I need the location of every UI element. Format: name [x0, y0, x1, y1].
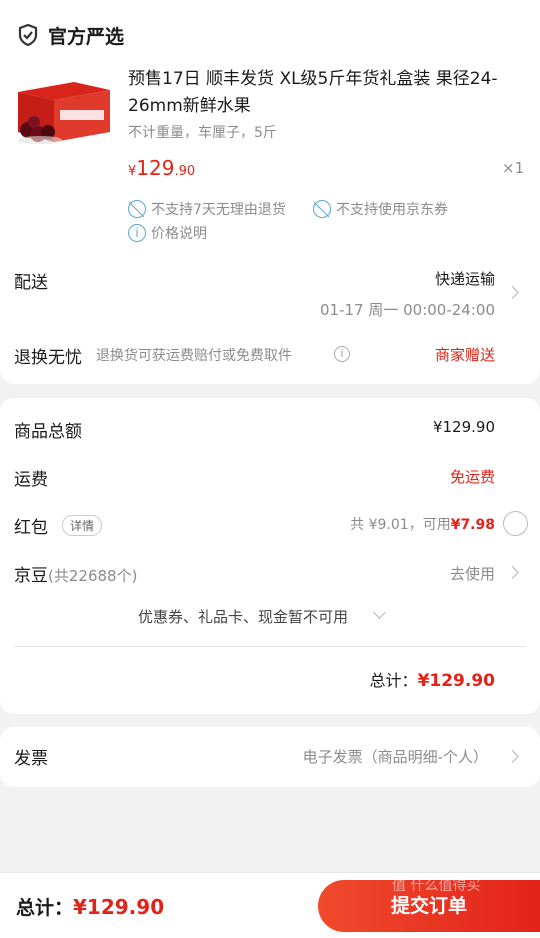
summary-total-label: 总计： — [369, 671, 418, 690]
invoice-chevron-icon[interactable] — [506, 750, 519, 763]
watermark: 值 什么值得买 — [392, 878, 481, 894]
goods-total-label: 商品总额 — [14, 422, 82, 442]
freight-label: 运费 — [14, 470, 48, 490]
summary-card: 商品总额 ¥129.90 运费 免运费 红包 详情 共 ¥9.01，可用¥7.9… — [0, 398, 540, 714]
summary-total-value: ¥129.90 — [417, 671, 495, 691]
product-title-line1[interactable]: 预售17日 顺丰发货 XL级5斤年货礼盒装 果径24- — [128, 64, 498, 89]
store-name[interactable]: 官方严选 — [48, 22, 124, 49]
freight-value: 免运费 — [449, 468, 495, 486]
redpack-amount: ¥7.98 — [450, 517, 495, 533]
price-decimal: .90 — [174, 164, 196, 179]
redpack-info: 共 ¥9.01，可用¥7.98 — [350, 514, 495, 534]
jd-beans-label: 京豆(共22688个) — [14, 561, 137, 586]
product-price: ¥129.90 — [128, 156, 195, 180]
delivery-method[interactable]: 快递运输 — [435, 268, 495, 289]
footer-total-value: ¥129.90 — [73, 895, 165, 919]
order-card: 官方严选 预售17日 顺丰发货 XL级5斤年货礼盒装 果径24- 26mm新鲜水… — [0, 0, 540, 384]
returns-value: 商家赠送 — [434, 346, 495, 364]
divider — [14, 646, 526, 647]
invoice-value[interactable]: 电子发票（商品明细-个人） — [303, 746, 488, 767]
footer-total-label: 总计： — [16, 897, 74, 919]
notice-no-coupon: 不支持使用京东券 — [336, 202, 448, 218]
unavailable-text: 优惠券、礼品卡、现金暂不可用 — [138, 608, 349, 626]
jd-beans-chevron-icon[interactable] — [506, 566, 519, 579]
redpack-label: 红包 — [14, 518, 48, 538]
delivery-label: 配送 — [14, 273, 48, 293]
delivery-time[interactable]: 01-17 周一 00:00-24:00 — [320, 299, 495, 320]
info-icon: i — [128, 224, 146, 242]
delivery-chevron-icon[interactable] — [506, 286, 519, 299]
invoice-card[interactable]: 发票 电子发票（商品明细-个人） — [0, 727, 540, 787]
redpack-info-text: 共 ¥9.01，可用 — [350, 517, 451, 533]
cherry-box-icon — [18, 82, 110, 144]
product-quantity: ×1 — [502, 159, 525, 177]
returns-label: 退换无忧 — [14, 348, 82, 368]
product-spec: 不计重量，车厘子，5斤 — [128, 125, 277, 141]
redpack-detail-button[interactable]: 详情 — [62, 515, 103, 536]
summary-total: 总计：¥129.90 — [370, 667, 495, 691]
returns-desc: 退换货可获运费赔付或免费取件 — [96, 348, 292, 364]
no-coupon-icon — [313, 200, 331, 218]
notice-no-return: 不支持7天无理由退货 — [151, 202, 286, 218]
product-title-line2[interactable]: 26mm新鲜水果 — [128, 91, 251, 116]
jd-beans-title: 京豆 — [14, 566, 48, 586]
no-return-icon — [128, 200, 146, 218]
goods-total-value: ¥129.90 — [432, 418, 495, 436]
unavailable-notice[interactable]: 优惠券、礼品卡、现金暂不可用 — [138, 606, 348, 627]
jd-beans-use[interactable]: 去使用 — [450, 563, 495, 584]
unavailable-expand-icon[interactable] — [373, 606, 386, 619]
footer-total: 总计：¥129.90 — [16, 893, 164, 920]
product-image[interactable] — [14, 70, 114, 150]
official-badge-icon — [18, 24, 38, 46]
bottom-bar: 总计：¥129.90 提交订单 值 什么值得买 — [0, 872, 540, 938]
price-explanation-link[interactable]: 价格说明 — [151, 223, 207, 243]
redpack-radio[interactable] — [503, 511, 528, 536]
submit-order-label: 提交订单 — [390, 895, 467, 917]
returns-info-icon[interactable]: i — [334, 346, 350, 362]
price-integer: 129 — [136, 156, 175, 180]
jd-beans-count: (共22688个) — [48, 567, 138, 585]
invoice-label: 发票 — [14, 749, 48, 769]
